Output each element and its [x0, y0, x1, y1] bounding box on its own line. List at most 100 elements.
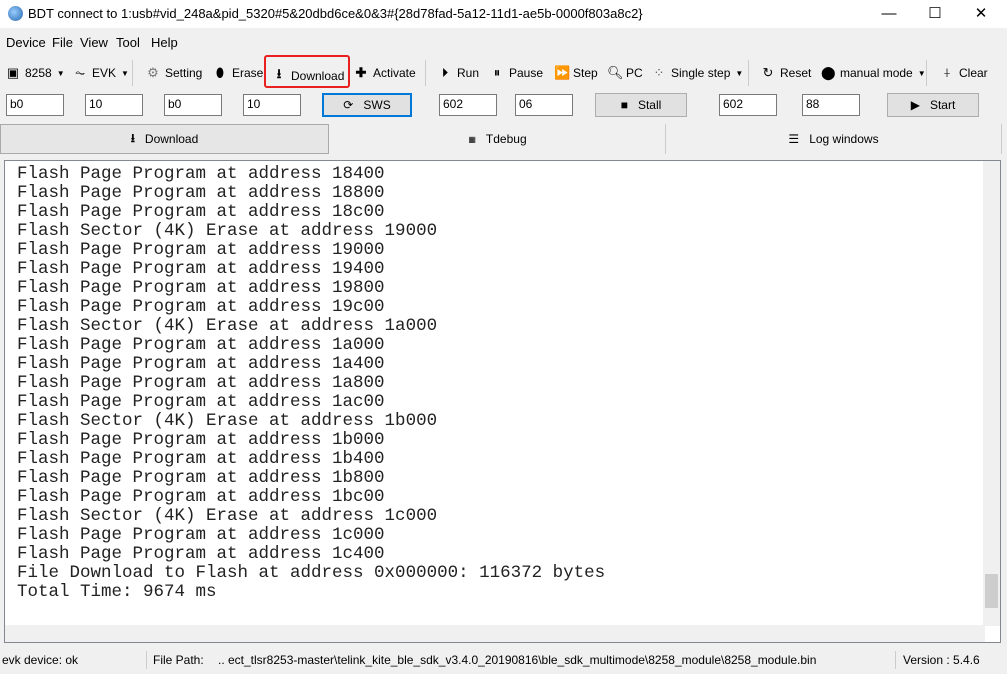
chevron-down-icon: ▼ [56, 68, 65, 78]
board-dropdown[interactable]: ⏦ EVK ▼ [73, 65, 129, 81]
log-line: Flash Sector (4K) Erase at address 1b000 [17, 411, 438, 431]
tab-tdebug[interactable]: ▦ Tdebug [330, 124, 666, 154]
log-line: Flash Sector (4K) Erase at address 1a000 [17, 316, 438, 336]
log-line: Flash Page Program at address 18800 [17, 183, 385, 203]
device-status: evk device: ok [2, 653, 79, 667]
chevron-down-icon: ▼ [735, 68, 744, 78]
app-icon [8, 6, 23, 21]
gear-icon: ⚙ [147, 65, 159, 80]
single-step-dropdown[interactable]: ⁘ Single step ▼ [652, 65, 744, 81]
pc-button[interactable]: 🔍︎ PC [607, 65, 643, 81]
log-line: Flash Page Program at address 1a400 [17, 354, 385, 374]
log-line: Flash Page Program at address 1b800 [17, 468, 385, 488]
chip-icon: ▣ [6, 65, 20, 80]
clear-button[interactable]: ⍭ Clear [940, 65, 988, 81]
refresh-icon: ⟳ [343, 98, 354, 112]
chevron-down-icon: ▼ [917, 68, 926, 78]
toolbar-divider [132, 60, 133, 86]
log-line: Flash Page Program at address 1a000 [17, 335, 385, 355]
tab-download[interactable]: ⭳ Download [0, 124, 329, 154]
plus-icon: ✚ [355, 65, 367, 80]
maximize-button[interactable]: ☐ [912, 0, 958, 28]
field-4[interactable]: 10 [243, 94, 301, 116]
erase-button[interactable]: ⬮ Erase [213, 65, 263, 81]
activate-button[interactable]: ✚ Activate [354, 65, 416, 81]
log-line: Flash Page Program at address 1b000 [17, 430, 385, 450]
tab-label: Tdebug [485, 132, 527, 146]
stall-label: Stall [637, 98, 662, 112]
chip-dropdown[interactable]: ▣ 8258 ▼ [6, 65, 65, 81]
toolbar-divider [425, 60, 426, 86]
field-8[interactable]: 88 [802, 94, 860, 116]
list-icon: ☰ [788, 132, 800, 146]
start-label: Start [929, 98, 956, 112]
log-line: Flash Page Program at address 1bc00 [17, 487, 385, 507]
run-icon: ⏵ [441, 65, 449, 80]
menu-help[interactable]: Help [151, 35, 178, 50]
setting-label: Setting [165, 66, 203, 80]
download-button[interactable]: ⭳ Download [272, 65, 345, 87]
log-lines: Flash Page Program at address 18400 Flash… [17, 165, 605, 602]
log-line: Flash Sector (4K) Erase at address 19000 [17, 221, 438, 241]
log-line: File Download to Flash at address 0x0000… [17, 563, 606, 583]
field-1[interactable]: b0 [6, 94, 64, 116]
version: Version : 5.4.6 [903, 653, 980, 667]
binary-search-icon: ▦ [468, 134, 476, 144]
eraser-icon: ⬮ [215, 65, 225, 80]
status-bar: evk device: ok File Path: .. ect_tlsr825… [0, 649, 1007, 671]
pause-button[interactable]: ⏸ Pause [490, 65, 543, 81]
title-bar: BDT connect to 1:usb#vid_248a&pid_5320#5… [0, 0, 1007, 28]
close-button[interactable]: ✕ [958, 0, 1004, 28]
menu-file[interactable]: File [52, 35, 73, 50]
log-output[interactable]: Flash Page Program at address 18400 Flash… [4, 160, 1001, 643]
waveform-icon: ⏦ [74, 65, 86, 80]
log-line: Flash Page Program at address 19000 [17, 240, 385, 260]
step-button[interactable]: ⏩ Step [554, 65, 598, 81]
vertical-scrollbar[interactable] [983, 161, 1000, 626]
search-icon: 🔍︎ [607, 65, 624, 80]
status-divider [895, 651, 896, 669]
scroll-thumb[interactable] [985, 574, 998, 608]
field-7[interactable]: 602 [719, 94, 777, 116]
toolbar-divider [748, 60, 749, 86]
log-line: Flash Sector (4K) Erase at address 1c000 [17, 506, 438, 526]
sws-label: SWS [363, 98, 391, 112]
sws-button[interactable]: ⟳ SWS [322, 93, 412, 117]
menu-tool[interactable]: Tool [116, 35, 140, 50]
mode-icon: ⬤ [821, 65, 836, 80]
log-line: Flash Page Program at address 19c00 [17, 297, 385, 317]
minimize-button[interactable]: — [866, 0, 912, 28]
tab-log-windows[interactable]: ☰ Log windows [666, 124, 1002, 154]
download-label: Download [291, 69, 345, 83]
horizontal-scrollbar[interactable] [5, 625, 985, 642]
tab-label: Download [144, 132, 199, 146]
log-line: Flash Page Program at address 19400 [17, 259, 385, 279]
log-line: Flash Page Program at address 1ac00 [17, 392, 385, 412]
log-line: Flash Page Program at address 18400 [17, 164, 385, 184]
mode-dropdown[interactable]: ⬤ manual mode ▼ [821, 65, 926, 81]
field-5[interactable]: 602 [439, 94, 497, 116]
field-6[interactable]: 06 [515, 94, 573, 116]
file-path: .. ect_tlsr8253-master\telink_kite_ble_s… [218, 653, 817, 667]
setting-button[interactable]: ⚙ Setting [146, 65, 202, 81]
chip-label: 8258 [25, 66, 52, 80]
stall-button[interactable]: ■ Stall [595, 93, 687, 117]
menu-device[interactable]: Device [6, 35, 46, 50]
menu-view[interactable]: View [80, 35, 108, 50]
log-line: Flash Page Program at address 1a800 [17, 373, 385, 393]
log-line: Flash Page Program at address 1c000 [17, 525, 385, 545]
pc-label: PC [626, 66, 643, 80]
run-button[interactable]: ⏵ Run [438, 65, 479, 81]
mode-label: manual mode [840, 66, 913, 80]
single-step-label: Single step [671, 66, 731, 80]
reset-button[interactable]: ↻ Reset [761, 65, 812, 81]
toolbar-divider [926, 60, 927, 86]
download-arrow-icon: ⭳ [130, 130, 135, 145]
step-icon: ⏩ [554, 65, 571, 80]
field-2[interactable]: 10 [85, 94, 143, 116]
start-button[interactable]: ▶ Start [887, 93, 979, 117]
log-line: Flash Page Program at address 1b400 [17, 449, 385, 469]
broom-icon: ⍭ [943, 65, 951, 80]
activate-label: Activate [373, 66, 416, 80]
field-3[interactable]: b0 [164, 94, 222, 116]
